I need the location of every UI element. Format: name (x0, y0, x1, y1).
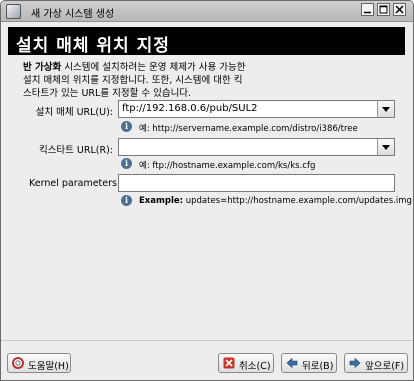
help-lifebuoy-icon (12, 357, 24, 369)
install-url-dropdown-button[interactable] (377, 101, 394, 117)
back-button-label: 뒤로(B) (302, 361, 334, 372)
intro-bold: 반 가상화 (23, 62, 62, 73)
button-area-separator (1, 340, 413, 341)
kernel-params-hint-text: updates=http://hostname.example.com/upda… (185, 196, 412, 206)
install-url-hint: 예: http://servername.example.com/distro/… (139, 122, 358, 134)
install-url-combo[interactable]: ftp://192.168.0.6/pub/SUL2 (118, 100, 395, 118)
window-title: 새 가상 시스템 생성 (31, 9, 115, 20)
kernel-params-input[interactable] (118, 174, 395, 192)
cancel-x-icon (223, 357, 235, 369)
cancel-button[interactable]: 취소(C) (218, 353, 274, 373)
minimize-icon[interactable] (361, 3, 374, 16)
cancel-button-label: 취소(C) (239, 361, 271, 372)
back-arrow-icon (286, 357, 298, 369)
intro-line-1: 시스템에 설치하려는 운영 체제가 사용 가능한 (61, 62, 246, 73)
intro-line-2: 설치 매체의 위치를 지정합니다. 또한, 시스템에 대한 킥 (23, 75, 243, 86)
window-app-icon[interactable] (6, 4, 21, 19)
forward-arrow-icon (349, 357, 361, 369)
page-title: 설치 매체 위치 지정 (16, 36, 170, 56)
kernel-params-label: Kernel parameters: (29, 178, 121, 189)
info-icon: i (121, 195, 132, 206)
title-bar[interactable]: 새 가상 시스템 생성 (1, 1, 413, 22)
install-url-value[interactable]: ftp://192.168.0.6/pub/SUL2 (122, 103, 258, 114)
install-url-label: 설치 매체 URL(U): (35, 107, 113, 118)
forward-button[interactable]: 앞으로(F) (344, 353, 408, 373)
intro-line-3: 스타트가 있는 URL를 지정할 수 있습니다. (23, 88, 192, 99)
info-icon: i (121, 158, 132, 169)
forward-button-label: 앞으로(F) (365, 361, 405, 372)
install-url-hint-prefix: 예: (139, 124, 150, 134)
intro-text: 반 가상화 시스템에 설치하려는 운영 체제가 사용 가능한 설치 매체의 위치… (23, 61, 393, 100)
create-vm-dialog: 새 가상 시스템 생성 설치 매체 위치 지정 반 가상화 시스템에 설치하려는… (0, 0, 414, 381)
install-url-hint-text: http://servername.example.com/distro/i38… (152, 124, 358, 134)
help-button[interactable]: 도움말(H) (7, 353, 71, 373)
kickstart-url-dropdown-button[interactable] (377, 139, 394, 155)
kickstart-url-hint: 예: ftp://hostname.example.com/ks/ks.cfg (139, 159, 315, 171)
kernel-params-hint: Example: updates=http://hostname.example… (139, 196, 412, 206)
kickstart-url-hint-text: ftp://hostname.example.com/ks/ks.cfg (152, 161, 316, 171)
kickstart-url-combo[interactable] (118, 138, 395, 156)
maximize-icon[interactable] (377, 3, 390, 16)
page-header: 설치 매체 위치 지정 (8, 27, 405, 56)
help-button-label: 도움말(H) (28, 361, 69, 372)
kickstart-url-label: 킥스타트 URL(R): (38, 145, 113, 156)
back-button[interactable]: 뒤로(B) (281, 353, 337, 373)
kickstart-url-hint-prefix: 예: (139, 161, 150, 171)
chevron-down-icon (382, 145, 390, 150)
chevron-down-icon (382, 107, 390, 112)
close-icon[interactable] (393, 3, 406, 16)
kernel-params-hint-prefix: Example: (139, 196, 184, 206)
info-icon: i (121, 121, 132, 132)
